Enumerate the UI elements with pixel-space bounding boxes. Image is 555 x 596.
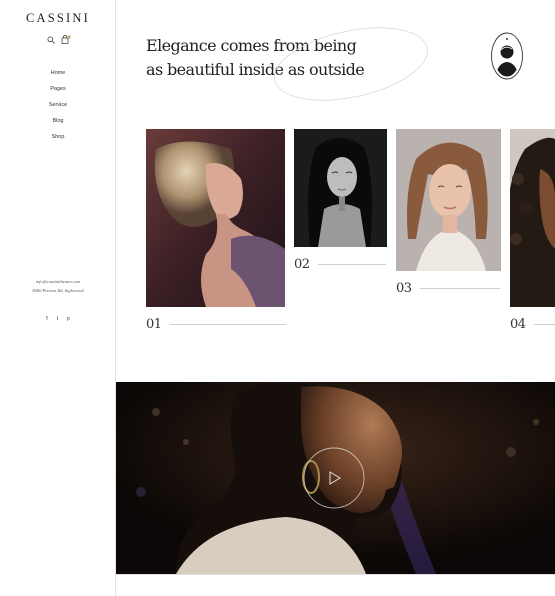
gallery-number-row-04: 04: [510, 317, 555, 332]
logo[interactable]: CASSINI: [0, 11, 116, 26]
gallery-rule-04: [533, 324, 555, 325]
nav-item-blog[interactable]: Blog: [0, 116, 116, 132]
nav-item-home[interactable]: Home: [0, 68, 116, 84]
search-icon[interactable]: [47, 35, 55, 44]
nav-item-service[interactable]: Service: [0, 100, 116, 116]
gallery-number-01: 01: [146, 317, 162, 332]
gallery-number-02: 02: [294, 257, 310, 272]
twitter-icon[interactable]: t: [57, 316, 58, 322]
nav-item-pages[interactable]: Pages: [0, 84, 116, 100]
decorative-ellipse: [273, 27, 429, 101]
sidebar-icons: [47, 35, 71, 44]
gallery-number-04: 04: [510, 317, 526, 332]
portrait-photo-03: [396, 129, 501, 271]
gallery-rule-03: [419, 288, 500, 289]
facebook-icon[interactable]: f: [46, 316, 47, 322]
video-bottom-rule: [116, 574, 555, 575]
social-links: f t p: [0, 316, 116, 322]
play-button[interactable]: [302, 446, 366, 510]
main-nav: Home Pages Service Blog Shop: [0, 68, 116, 148]
play-icon: [329, 471, 341, 485]
portrait-photo-04: [510, 129, 555, 307]
gallery-number-03: 03: [396, 281, 412, 296]
gallery-card-01[interactable]: [146, 129, 285, 307]
gallery-rule-02: [317, 264, 386, 265]
gallery-rule-01: [169, 324, 286, 325]
gallery-number-row-02: 02: [294, 257, 386, 272]
gallery-number-row-01: 01: [146, 317, 286, 332]
portrait-badge-icon[interactable]: [490, 31, 524, 81]
gallery-card-03[interactable]: [396, 129, 501, 271]
portrait-photo-01: [146, 129, 285, 307]
nav-item-shop[interactable]: Shop: [0, 132, 116, 148]
gallery-number-row-03: 03: [396, 281, 500, 296]
sidebar: CASSINI Home Pages Service Blog Shop inf…: [0, 0, 116, 596]
pinterest-icon[interactable]: p: [67, 316, 70, 322]
portrait-photo-02: [294, 129, 387, 247]
contact-info: info@cassinithemes.com 8000 Preston Rd, …: [0, 277, 116, 295]
gallery-card-04[interactable]: [510, 129, 555, 307]
video-section[interactable]: [116, 382, 555, 574]
cart-icon[interactable]: [61, 35, 71, 44]
contact-email[interactable]: info@cassinithemes.com: [0, 277, 116, 286]
contact-address: 8000 Preston Rd, Inglewood: [32, 288, 84, 293]
gallery-card-02[interactable]: [294, 129, 387, 247]
